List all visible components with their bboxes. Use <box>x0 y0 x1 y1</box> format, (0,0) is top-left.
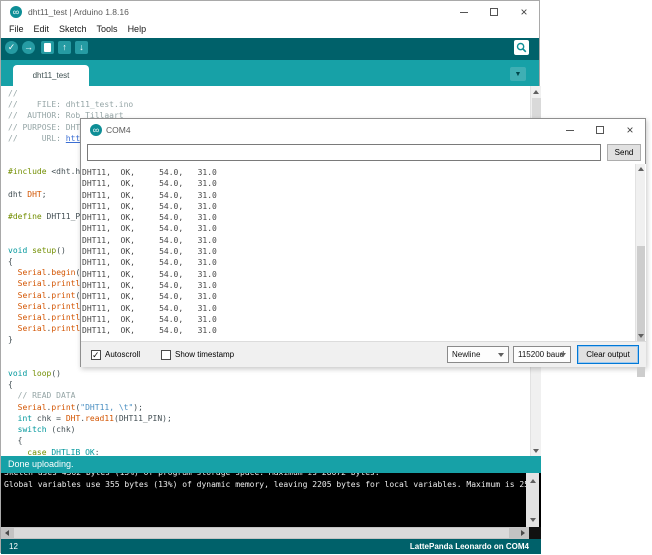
toolbar: ✓ → ↑ ↓ <box>1 38 539 60</box>
console-scrollbar[interactable] <box>526 473 539 527</box>
ide-statusbar: 12 LattePanda Leonardo on COM4 <box>1 539 541 554</box>
minimize-icon <box>460 12 468 13</box>
serial-controls-bar: Autoscroll Show timestamp Newline 115200… <box>81 341 646 367</box>
serial-scrollbar[interactable] <box>635 164 645 341</box>
new-sketch-button[interactable] <box>41 41 54 54</box>
cursor-line-number: 12 <box>9 539 18 554</box>
arduino-logo-icon: ∞ <box>90 124 102 136</box>
upload-button[interactable]: → <box>22 41 35 54</box>
serial-titlebar[interactable]: ∞ COM4 <box>81 119 645 142</box>
menubar: FileEditSketchToolsHelp <box>1 23 539 38</box>
show-timestamp-label: Show timestamp <box>175 348 234 362</box>
tabbar: dht11_test ▼ <box>1 60 539 86</box>
magnifier-icon <box>516 42 527 53</box>
chevron-down-icon <box>560 353 566 357</box>
maximize-icon <box>490 8 498 16</box>
serial-close-button[interactable] <box>615 119 645 141</box>
ide-titlebar[interactable]: ∞ dht11_test | Arduino 1.8.16 <box>1 1 539 23</box>
screen: ∞ dht11_test | Arduino 1.8.16 FileEditSk… <box>0 0 652 555</box>
console-hscrollbar[interactable] <box>1 527 541 539</box>
serial-window-title: COM4 <box>106 119 131 142</box>
close-button[interactable] <box>509 1 539 23</box>
baud-rate-value: 115200 baud <box>518 350 564 359</box>
serial-scroll-down-icon[interactable] <box>636 331 645 341</box>
new-document-icon <box>44 43 51 52</box>
tab-list-dropdown-button[interactable]: ▼ <box>510 67 526 81</box>
tab-dht11-test[interactable]: dht11_test <box>13 65 89 86</box>
arduino-logo-icon: ∞ <box>10 6 22 18</box>
chevron-down-icon <box>498 353 504 357</box>
clear-output-button[interactable]: Clear output <box>577 345 639 364</box>
serial-monitor-button[interactable] <box>514 40 529 55</box>
menu-item-edit[interactable]: Edit <box>29 23 55 38</box>
line-ending-dropdown[interactable]: Newline <box>447 346 509 363</box>
minimize-button[interactable] <box>449 1 479 23</box>
serial-minimize-button[interactable] <box>555 119 585 141</box>
scroll-up-icon[interactable] <box>531 86 541 97</box>
maximize-button[interactable] <box>479 1 509 23</box>
hscroll-left-icon[interactable] <box>1 527 13 539</box>
menu-item-sketch[interactable]: Sketch <box>54 23 92 38</box>
send-row: Send <box>81 142 645 164</box>
send-button[interactable]: Send <box>607 144 641 161</box>
line-ending-value: Newline <box>452 350 480 359</box>
serial-scroll-up-icon[interactable] <box>636 164 645 174</box>
serial-maximize-button[interactable] <box>585 119 615 141</box>
board-port-status: LattePanda Leonardo on COM4 <box>410 539 529 554</box>
baud-rate-dropdown[interactable]: 115200 baud <box>513 346 571 363</box>
console-scroll-up-icon[interactable] <box>526 475 539 486</box>
serial-monitor-window: ∞ COM4 Send DHT11, OK, 54.0, 31.0 DHT11,… <box>80 118 646 367</box>
scrollbar-corner <box>529 527 541 539</box>
console-scroll-down-icon[interactable] <box>526 514 539 525</box>
menu-item-help[interactable]: Help <box>123 23 152 38</box>
menu-item-file[interactable]: File <box>4 23 29 38</box>
minimize-icon <box>566 130 574 131</box>
maximize-icon <box>596 126 604 134</box>
autoscroll-label: Autoscroll <box>105 348 140 362</box>
build-console: Sketch uses 4562 bytes (15%) of program … <box>1 473 541 527</box>
menu-item-tools[interactable]: Tools <box>92 23 123 38</box>
hscroll-right-icon[interactable] <box>517 527 529 539</box>
scroll-down-icon[interactable] <box>531 445 541 456</box>
save-button[interactable]: ↓ <box>75 41 88 54</box>
open-button[interactable]: ↑ <box>58 41 71 54</box>
verify-button[interactable]: ✓ <box>5 41 18 54</box>
show-timestamp-checkbox[interactable] <box>161 350 171 360</box>
hscrollbar-thumb[interactable] <box>14 528 509 538</box>
serial-output-area: DHT11, OK, 54.0, 31.0 DHT11, OK, 54.0, 3… <box>81 164 646 341</box>
status-message: Done uploading. <box>1 456 541 473</box>
console-output: Sketch uses 4562 bytes (15%) of program … <box>1 473 541 491</box>
autoscroll-checkbox[interactable] <box>91 350 101 360</box>
serial-input[interactable] <box>87 144 601 161</box>
window-title: dht11_test | Arduino 1.8.16 <box>28 1 129 23</box>
serial-output-text: DHT11, OK, 54.0, 31.0 DHT11, OK, 54.0, 3… <box>81 164 646 336</box>
